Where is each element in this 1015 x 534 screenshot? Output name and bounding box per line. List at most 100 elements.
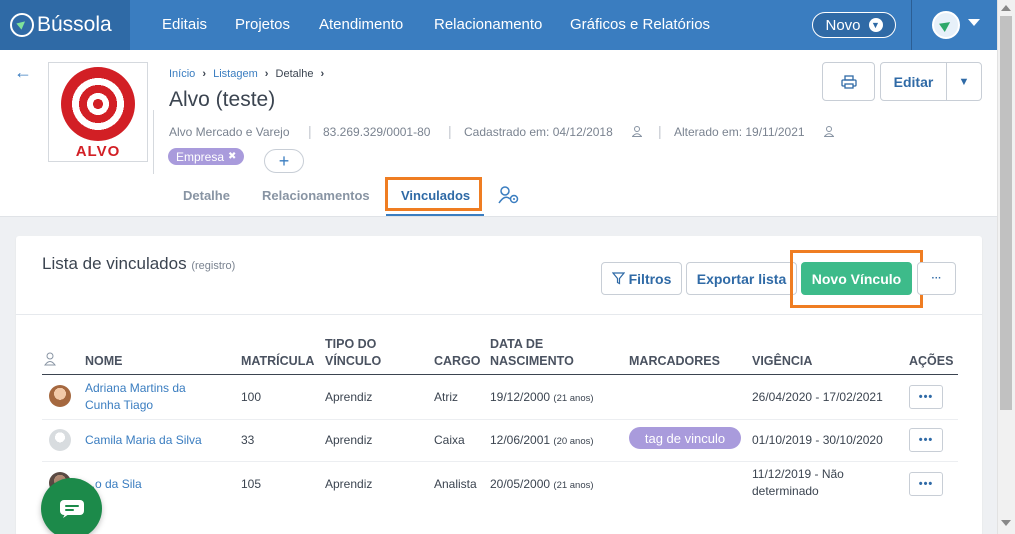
- header-link-type-line2: VÍNCULO: [325, 354, 382, 368]
- row-divider: [42, 419, 958, 420]
- nav-projetos[interactable]: Projetos: [235, 16, 290, 33]
- list-subtitle: (registro): [191, 260, 236, 272]
- table-header-line: [42, 374, 958, 375]
- print-button[interactable]: [822, 62, 875, 101]
- tag-label: Empresa: [176, 149, 225, 164]
- header-birth-line1: DATA DE: [490, 337, 544, 351]
- row1-role: Atriz: [434, 390, 458, 404]
- row3-validity: 11/12/2019 - Não determinado: [752, 466, 844, 500]
- list-title-text: Lista de vinculados: [42, 254, 187, 273]
- novo-label: Novo: [825, 16, 861, 34]
- tab-relacionamentos[interactable]: Relacionamentos: [262, 188, 370, 203]
- edit-button-group: Editar ▼: [880, 62, 982, 101]
- compass-icon: [10, 13, 34, 37]
- row1-actions-button[interactable]: •••: [909, 385, 943, 409]
- row2-registration: 33: [241, 433, 255, 447]
- header-markers[interactable]: MARCADORES: [629, 353, 720, 370]
- header-validity[interactable]: VIGÊNCIA: [752, 353, 812, 370]
- row3-role: Analista: [434, 477, 477, 491]
- row2-marker-tag[interactable]: tag de vinculo: [629, 427, 741, 449]
- nav-editais[interactable]: Editais: [162, 16, 207, 33]
- more-options-button[interactable]: ···: [917, 262, 956, 295]
- card-separator: [16, 314, 982, 315]
- row1-birth: 19/12/2000 (21 anos): [490, 389, 594, 407]
- person-icon: [824, 126, 834, 137]
- row1-registration: 100: [241, 390, 262, 404]
- meta-separator: |: [308, 123, 312, 139]
- breadcrumb-inicio[interactable]: Início: [169, 68, 195, 80]
- list-title: Lista de vinculados (registro): [42, 254, 235, 274]
- highlight-box: [790, 250, 923, 308]
- breadcrumb-listagem[interactable]: Listagem: [213, 68, 258, 80]
- header-birth-line2: NASCIMENTO: [490, 354, 574, 368]
- row2-type: Aprendiz: [325, 433, 373, 447]
- row1-name[interactable]: Adriana Martins da Cunha Tiago: [85, 380, 186, 414]
- row1-type: Aprendiz: [325, 390, 373, 404]
- tag-empresa: Empresa ✖: [168, 148, 245, 165]
- filters-button[interactable]: Filtros: [601, 262, 682, 295]
- entity-updated: Alterado em: 19/11/2021: [674, 125, 805, 139]
- user-avatar[interactable]: [932, 11, 960, 39]
- row1-age: (21 anos): [553, 393, 594, 404]
- avatar: [49, 429, 71, 451]
- chat-bubble-icon: [59, 499, 84, 518]
- scroll-up-icon[interactable]: [1001, 5, 1011, 11]
- user-menu-caret-icon[interactable]: [968, 19, 980, 26]
- chevron-down-icon: ▼: [868, 18, 883, 32]
- back-arrow-icon[interactable]: ←: [14, 62, 32, 83]
- avatar: [49, 385, 71, 407]
- header-name[interactable]: NOME: [85, 353, 123, 370]
- row2-age: (20 anos): [553, 436, 594, 447]
- nav-relacionamento[interactable]: Relacionamento: [434, 16, 542, 33]
- user-settings-icon[interactable]: [498, 185, 520, 205]
- logo-text: ALVO: [75, 143, 121, 160]
- tag-remove-icon[interactable]: ✖: [228, 151, 236, 162]
- export-list-button[interactable]: Exportar lista: [686, 262, 797, 295]
- row2-birth-date: 12/06/2001: [490, 433, 551, 447]
- page-title: Alvo (teste): [169, 88, 276, 111]
- scroll-down-icon[interactable]: [1001, 520, 1011, 526]
- nav-atendimento[interactable]: Atendimento: [319, 16, 403, 33]
- row2-validity: 01/10/2019 - 30/10/2020: [752, 433, 883, 447]
- row3-birth-date: 20/05/2000: [490, 477, 551, 491]
- entity-segment: Alvo Mercado e Varejo: [169, 125, 290, 139]
- row1-name-line2: Cunha Tiago: [85, 398, 154, 412]
- row2-role: Caixa: [434, 433, 465, 447]
- edit-button[interactable]: Editar: [881, 63, 947, 100]
- meta-separator: |: [658, 123, 662, 139]
- filter-icon: [611, 272, 625, 285]
- header-role[interactable]: CARGO: [434, 353, 481, 370]
- edit-dropdown-chevron-icon[interactable]: ▼: [947, 63, 981, 100]
- export-label: Exportar lista: [696, 270, 787, 287]
- nav-graficos-relatorios[interactable]: Gráficos e Relatórios: [570, 16, 710, 33]
- scrollbar-thumb[interactable]: [1000, 16, 1012, 410]
- row-divider: [42, 461, 958, 462]
- row2-name[interactable]: Camila Maria da Silva: [85, 432, 202, 449]
- row2-actions-button[interactable]: •••: [909, 428, 943, 452]
- tab-detalhe[interactable]: Detalhe: [183, 188, 230, 203]
- row3-validity-line2: determinado: [752, 484, 819, 498]
- filters-label: Filtros: [628, 270, 672, 287]
- header-birth-date[interactable]: DATA DE NASCIMENTO: [490, 336, 574, 370]
- breadcrumb: Início › Listagem › Detalhe ›: [169, 68, 324, 80]
- row2-birth: 12/06/2001 (20 anos): [490, 432, 594, 450]
- brand-logo[interactable]: Bússola: [0, 0, 130, 50]
- breadcrumb-detalhe: Detalhe: [275, 68, 314, 80]
- header-link-type[interactable]: TIPO DO VÍNCULO: [325, 336, 381, 370]
- row1-validity: 26/04/2020 - 17/02/2021: [752, 390, 883, 404]
- row3-type: Aprendiz: [325, 477, 373, 491]
- company-logo: ALVO: [48, 62, 148, 162]
- row3-actions-button[interactable]: •••: [909, 472, 943, 496]
- row3-registration: 105: [241, 477, 262, 491]
- header-registration[interactable]: MATRÍCULA: [241, 353, 314, 370]
- row1-birth-date: 19/12/2000: [490, 390, 551, 404]
- add-tag-button[interactable]: +: [264, 149, 304, 173]
- chat-button[interactable]: [41, 478, 102, 534]
- breadcrumb-separator-icon: ›: [320, 68, 325, 80]
- novo-button[interactable]: Novo ▼: [812, 12, 896, 38]
- target-icon: [61, 67, 135, 141]
- printer-icon: [840, 74, 857, 89]
- row1-name-line1: Adriana Martins da: [85, 381, 186, 395]
- row3-birth: 20/05/2000 (21 anos): [490, 476, 594, 494]
- meta-separator: |: [448, 123, 452, 139]
